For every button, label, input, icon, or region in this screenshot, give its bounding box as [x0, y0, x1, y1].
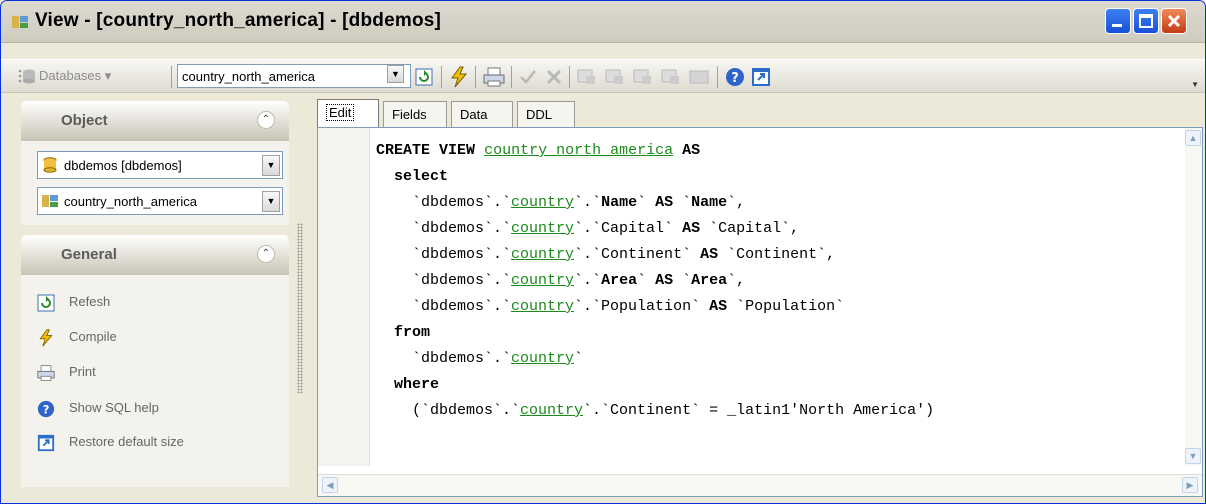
sidebar-item-print[interactable]: Print: [37, 361, 277, 385]
code-line: `dbdemos`.`country`: [376, 350, 584, 367]
databases-icon: [23, 69, 35, 84]
view-icon: [12, 16, 28, 28]
tool-c-icon[interactable]: [633, 68, 653, 86]
view-select[interactable]: country_north_america ▼: [37, 187, 283, 215]
tab-fields[interactable]: Fields: [383, 101, 447, 129]
svg-text:?: ?: [731, 71, 739, 86]
scroll-right-icon[interactable]: ▶: [1182, 477, 1198, 493]
compile-icon[interactable]: [449, 66, 469, 88]
view-icon: [42, 195, 58, 207]
editor-gutter: [318, 128, 370, 466]
scroll-left-icon[interactable]: ◀: [322, 477, 338, 493]
code-line: select: [394, 168, 449, 185]
code-line: `dbdemos`.`country`.`Name` AS `Name`,: [376, 194, 746, 211]
maximize-icon: [1139, 14, 1153, 28]
restore-size-icon[interactable]: [751, 67, 771, 87]
window-title: View - [country_north_america] - [dbdemo…: [35, 10, 442, 31]
code-line: where: [394, 376, 440, 393]
general-panel-header[interactable]: General ⌃: [21, 235, 289, 275]
sidebar-item-restore-default-size[interactable]: Restore default size: [37, 431, 277, 455]
tool-d-icon[interactable]: [661, 68, 681, 86]
collapse-icon[interactable]: ⌃: [257, 245, 275, 263]
sidebar-item-label: Print: [69, 364, 96, 379]
svg-text:?: ?: [43, 403, 50, 417]
tool-e-icon[interactable]: [689, 68, 709, 86]
general-panel-title: General: [61, 246, 117, 263]
object-select-dropdown-button[interactable]: ▼: [387, 65, 404, 83]
close-button[interactable]: [1161, 8, 1187, 34]
databases-dropdown[interactable]: Databases ▾: [39, 68, 111, 92]
code-line: `dbdemos`.`country`.`Capital` AS `Capita…: [376, 220, 800, 237]
database-select-value: dbdemos [dbdemos]: [64, 158, 182, 173]
commit-icon[interactable]: [519, 68, 537, 86]
toolbar: Databases ▾ country_north_america ▼ ? ▼: [1, 59, 1205, 93]
sidebar-item-label: Refesh: [69, 294, 111, 309]
sidebar-item-compile[interactable]: Compile: [37, 326, 277, 350]
title-bar[interactable]: View - [country_north_america] - [dbdemo…: [1, 1, 1205, 43]
general-panel-body: Refesh Compile Print ? Show SQL help Res…: [21, 275, 289, 487]
tool-a-icon[interactable]: [577, 68, 597, 86]
code-line: from: [394, 324, 431, 341]
code-line: `dbdemos`.`country`.`Continent` AS `Cont…: [376, 246, 836, 263]
toolbar-overflow-icon[interactable]: ▼: [1191, 80, 1199, 89]
database-select[interactable]: dbdemos [dbdemos] ▼: [37, 151, 283, 179]
tab-data[interactable]: Data: [451, 101, 513, 129]
tab-label: DDL: [526, 107, 553, 122]
code-line: CREATE VIEW country_north_america AS: [376, 142, 701, 159]
tab-edit[interactable]: Edit: [317, 99, 379, 129]
scroll-up-icon[interactable]: ▲: [1185, 130, 1201, 146]
scroll-down-icon[interactable]: ▼: [1185, 448, 1201, 464]
refresh-icon: [37, 294, 55, 312]
minimize-icon: [1112, 24, 1122, 27]
left-panel: Object ⌃ dbdemos [dbdemos] ▼ country_nor…: [21, 101, 289, 491]
help-icon: ?: [37, 400, 55, 418]
help-icon[interactable]: ?: [725, 67, 745, 87]
sidebar-item-label: Show SQL help: [69, 400, 159, 415]
vertical-scrollbar[interactable]: ▲ ▼: [1185, 128, 1202, 466]
tool-b-icon[interactable]: [605, 68, 625, 86]
tab-label: Fields: [392, 107, 427, 122]
tab-label: Edit: [326, 104, 355, 121]
minimize-button[interactable]: [1105, 8, 1131, 34]
code-line: `dbdemos`.`country`.`Population` AS `Pop…: [376, 298, 845, 315]
collapse-icon[interactable]: ⌃: [257, 111, 275, 129]
view-select-value: country_north_america: [64, 194, 197, 209]
print-icon[interactable]: [483, 67, 505, 87]
app-window: View - [country_north_america] - [dbdemo…: [0, 0, 1206, 504]
tab-label: Data: [460, 107, 488, 122]
code-line: (`dbdemos`.`country`.`Continent` = _lati…: [376, 402, 935, 419]
sidebar-item-label: Restore default size: [69, 434, 184, 449]
horizontal-scrollbar[interactable]: ◀ ▶: [318, 474, 1202, 496]
compile-icon: [39, 329, 53, 347]
sidebar-item-label: Compile: [69, 329, 117, 344]
chevron-down-icon[interactable]: ▼: [262, 155, 280, 176]
panel-splitter[interactable]: [297, 223, 303, 393]
restore-size-icon: [37, 434, 55, 452]
chevron-down-icon[interactable]: ▼: [262, 191, 280, 212]
refresh-icon[interactable]: [415, 68, 433, 86]
object-panel-header[interactable]: Object ⌃: [21, 101, 289, 141]
sql-editor[interactable]: CREATE VIEW country_north_america AS sel…: [317, 127, 1203, 497]
maximize-button[interactable]: [1133, 8, 1159, 34]
object-panel-body: dbdemos [dbdemos] ▼ country_north_americ…: [21, 141, 289, 225]
sql-code[interactable]: CREATE VIEW country_north_america AS sel…: [376, 138, 934, 424]
sidebar-item-refresh[interactable]: Refesh: [37, 291, 277, 315]
close-icon: [1167, 14, 1181, 28]
rollback-icon[interactable]: [545, 68, 563, 86]
object-panel-title: Object: [61, 112, 108, 129]
tab-ddl[interactable]: DDL: [517, 101, 575, 129]
code-line: `dbdemos`.`country`.`Area` AS `Area`,: [376, 272, 746, 289]
object-select[interactable]: country_north_america: [177, 64, 411, 88]
database-icon: [43, 157, 57, 173]
print-icon: [37, 365, 55, 381]
sidebar-item-show-sql-help[interactable]: ? Show SQL help: [37, 397, 277, 421]
object-select-value: country_north_america: [182, 69, 315, 84]
